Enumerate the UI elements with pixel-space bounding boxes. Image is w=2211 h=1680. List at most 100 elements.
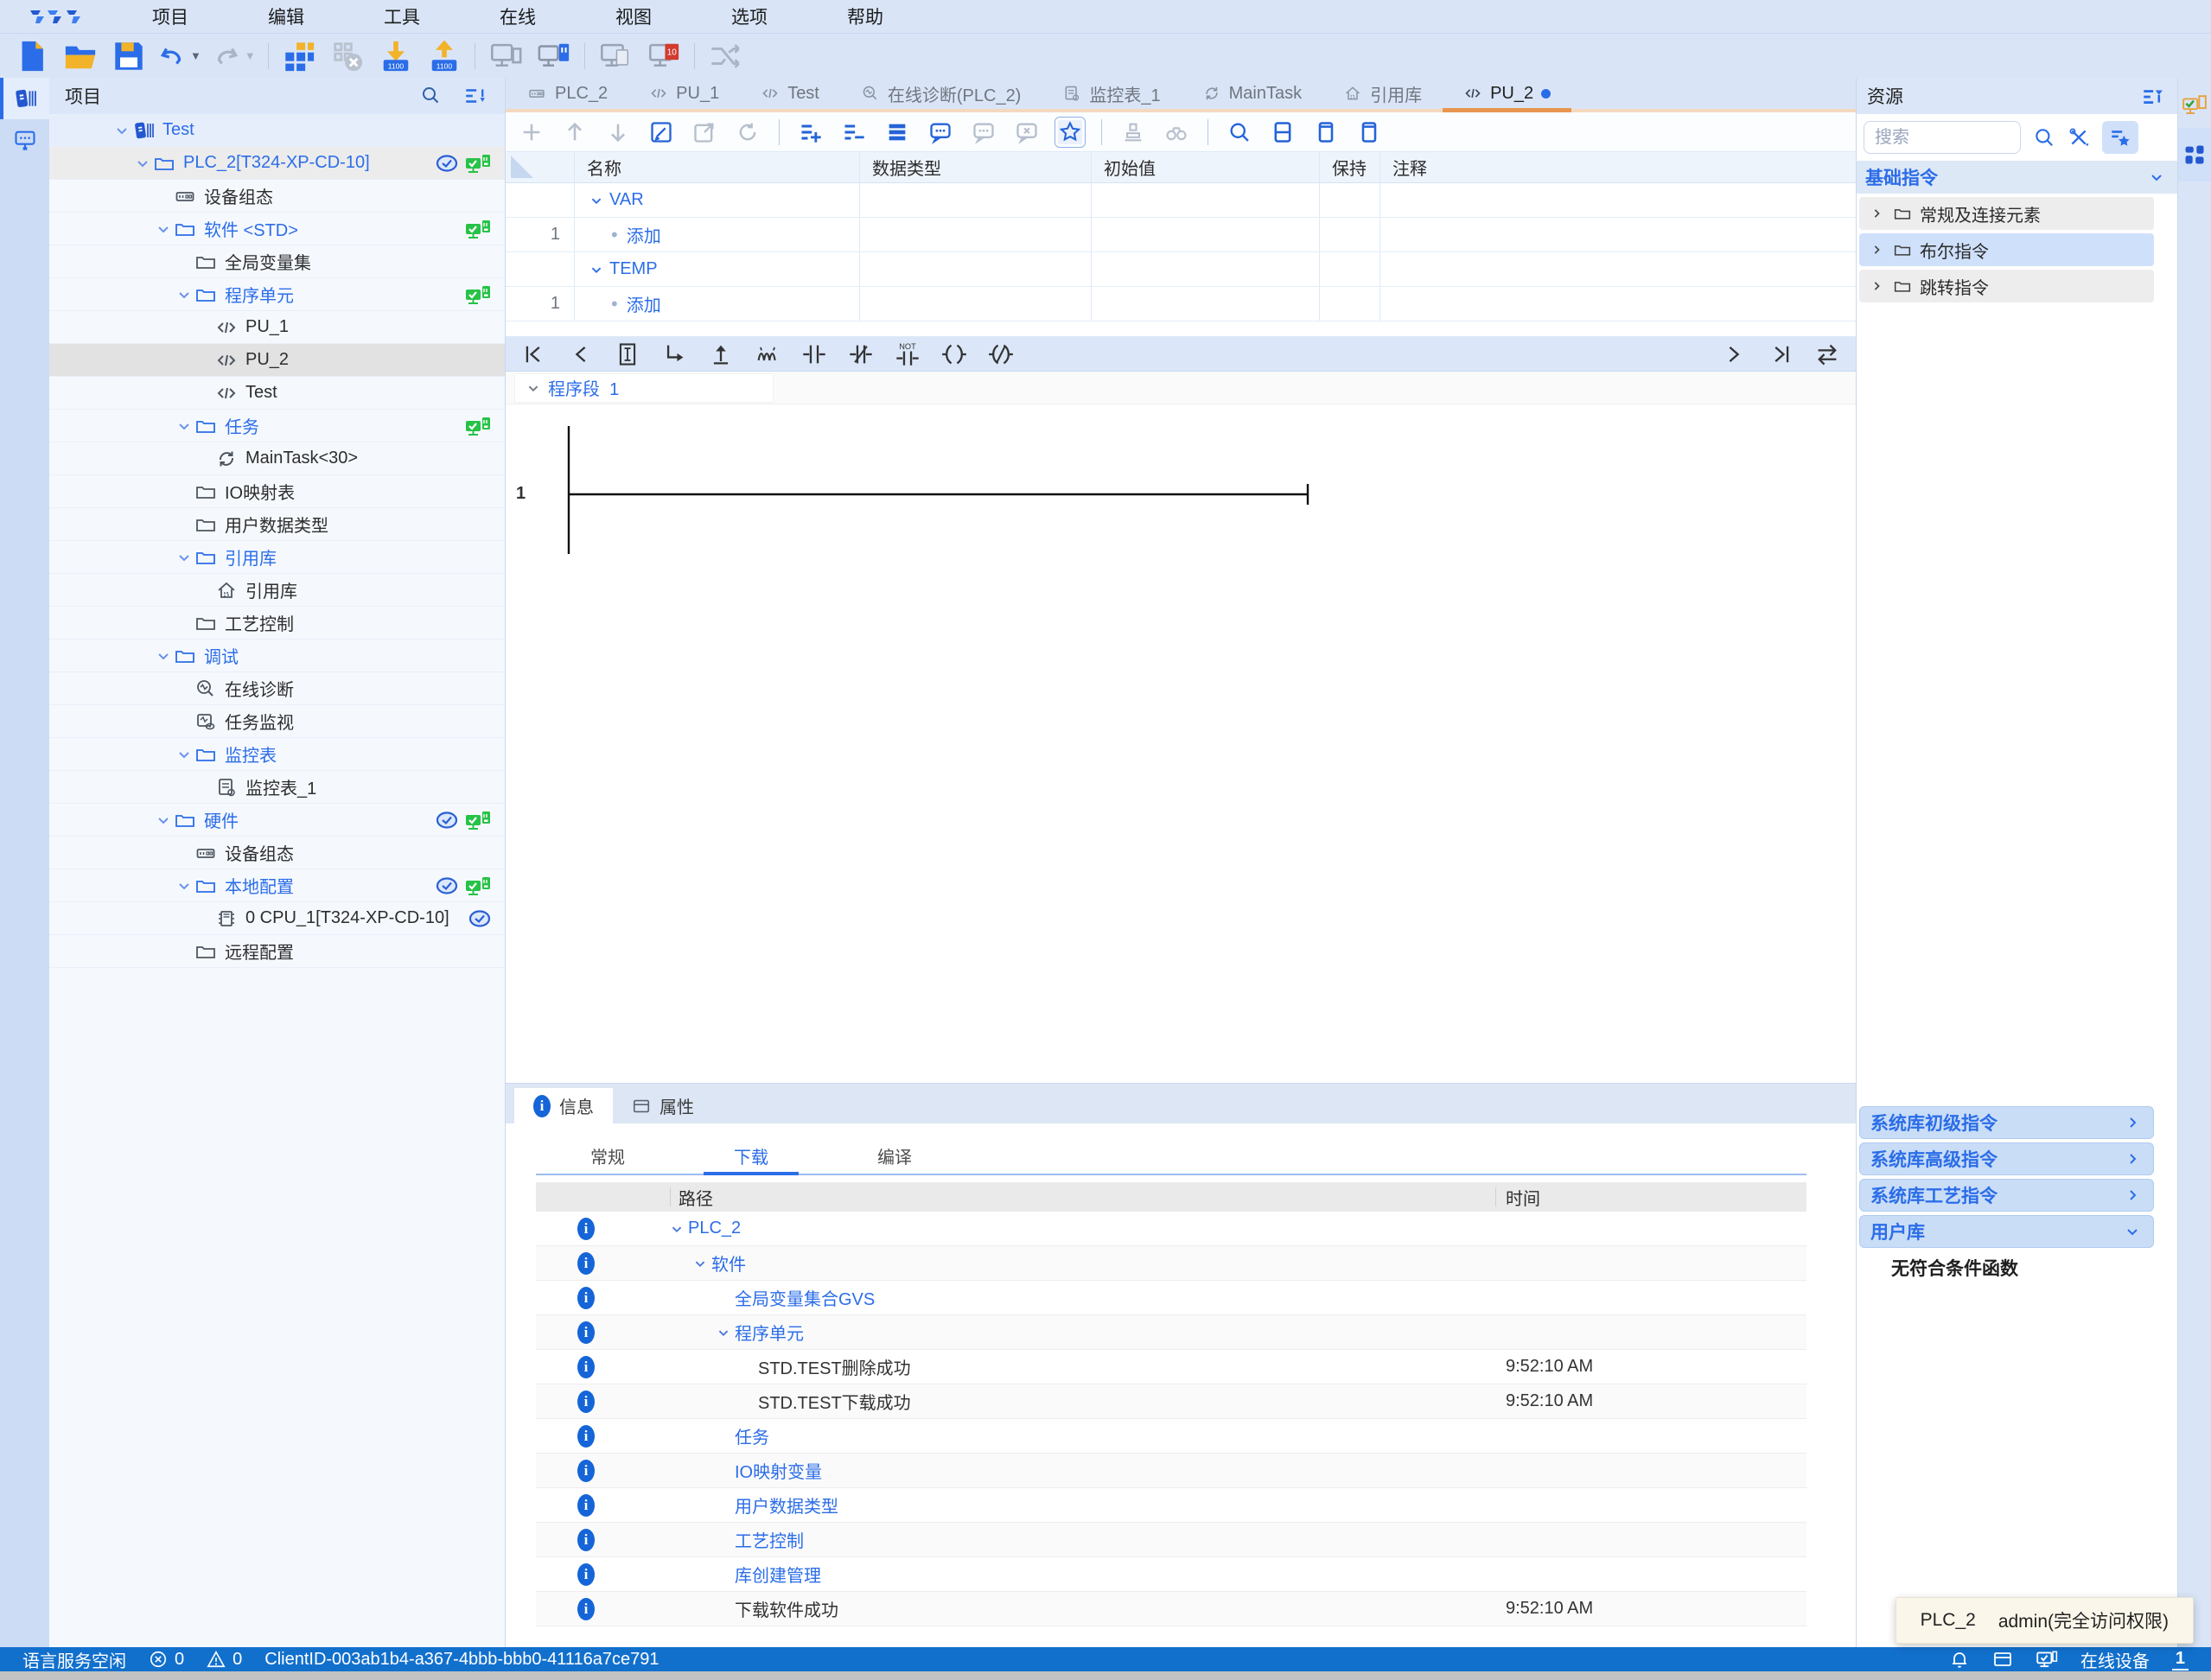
tree-item-online-diagnosis[interactable]: 在线诊断	[49, 672, 505, 705]
download-to-device-icon[interactable]: 1100	[378, 39, 414, 73]
add-variable-link[interactable]: 添加	[627, 291, 661, 316]
tree-item-io-map[interactable]: IO映射表	[49, 475, 505, 508]
instruction-group-jump[interactable]: 跳转指令	[1859, 270, 2154, 302]
tree-item-reference-lib[interactable]: 引用库	[49, 574, 505, 607]
menu-edit[interactable]: 编辑	[228, 3, 344, 29]
comment-edit-icon[interactable]	[972, 120, 996, 144]
comment-icon[interactable]	[928, 120, 953, 144]
tree-item-cpu1[interactable]: 0 CPU_1[T324-XP-CD-10]	[49, 902, 505, 935]
log-row[interactable]: i STD.TEST删除成功 9:52:10 AM	[536, 1350, 1806, 1384]
column-initial-value[interactable]: 初始值	[1092, 152, 1320, 182]
chevron-down-icon[interactable]	[112, 120, 132, 141]
temp-add-row[interactable]: 1 •添加	[506, 287, 1856, 321]
chevron-down-icon[interactable]	[153, 810, 174, 830]
coil-icon[interactable]	[941, 341, 967, 367]
ladder-rung[interactable]	[506, 404, 1370, 612]
move-up-icon[interactable]	[563, 120, 587, 144]
insert-row-icon[interactable]	[799, 120, 823, 144]
log-row[interactable]: i 库创建管理	[536, 1557, 1806, 1592]
menu-project[interactable]: 项目	[112, 3, 228, 29]
online-device-label[interactable]: 在线设备	[2080, 1647, 2150, 1672]
chevron-down-icon[interactable]	[174, 416, 194, 436]
tree-item-watch-table-1[interactable]: 监控表_1	[49, 771, 505, 804]
stamp-icon[interactable]	[1121, 120, 1145, 144]
tree-item-plc2[interactable]: PLC_2[T324-XP-CD-10]	[49, 147, 505, 180]
section-system-lib-basic[interactable]: 系统库初级指令	[1859, 1106, 2154, 1139]
tab-watch-table-1[interactable]: 监控表_1	[1042, 78, 1181, 109]
menu-tools[interactable]: 工具	[344, 3, 460, 29]
undo-icon[interactable]	[159, 39, 185, 73]
subtab-download[interactable]: 下载	[679, 1137, 823, 1174]
log-row[interactable]: i 程序单元	[536, 1315, 1806, 1350]
column-comment[interactable]: 注释	[1380, 152, 1856, 182]
new-project-icon[interactable]	[14, 39, 50, 73]
instruction-group-general[interactable]: 常规及连接元素	[1859, 197, 2154, 230]
pane-right-icon[interactable]	[1357, 120, 1381, 144]
activity-device-network[interactable]	[0, 119, 49, 161]
coil-negated-icon[interactable]	[988, 341, 1014, 367]
log-path[interactable]: 工艺控制	[735, 1527, 804, 1552]
split-horizontal-icon[interactable]	[1271, 120, 1295, 144]
tree-item-device-config-hw[interactable]: 设备组态	[49, 837, 505, 869]
var-group-row[interactable]: VAR	[506, 183, 1856, 218]
tab-test[interactable]: Test	[740, 78, 840, 109]
go-last-icon[interactable]	[1768, 341, 1794, 367]
log-row[interactable]: i PLC_2	[536, 1212, 1806, 1246]
add-variable-link[interactable]: 添加	[627, 222, 661, 247]
chevron-down-icon[interactable]	[174, 547, 194, 568]
add-variable-icon[interactable]	[519, 120, 544, 144]
simulation-icon[interactable]	[597, 39, 634, 73]
monitor-online-icon[interactable]	[536, 39, 572, 73]
tools-icon[interactable]	[2068, 126, 2090, 149]
tab-properties[interactable]: 属性	[613, 1088, 713, 1123]
log-path[interactable]: 库创建管理	[735, 1562, 821, 1587]
coil-w-icon[interactable]	[755, 341, 781, 367]
online-device-button[interactable]	[2178, 85, 2211, 128]
tree-item-test-pou[interactable]: Test	[49, 377, 505, 410]
menu-online[interactable]: 在线	[460, 3, 576, 29]
chevron-down-icon[interactable]	[153, 646, 174, 666]
section-system-lib-technology[interactable]: 系统库工艺指令	[1859, 1179, 2154, 1212]
empty-element-icon[interactable]	[615, 341, 640, 367]
chevron-down-icon[interactable]	[524, 379, 543, 398]
tab-info[interactable]: i 信息	[514, 1088, 613, 1123]
subtab-general[interactable]: 常规	[536, 1137, 679, 1174]
tree-item-hardware[interactable]: 硬件	[49, 804, 505, 837]
bell-icon[interactable]	[1949, 1649, 1970, 1670]
tree-item-pu2[interactable]: PU_2	[49, 344, 505, 377]
comment-remove-icon[interactable]	[1015, 120, 1039, 144]
log-path[interactable]: PLC_2	[688, 1219, 741, 1238]
log-row[interactable]: i 软件	[536, 1246, 1806, 1281]
search-input[interactable]	[1864, 121, 2021, 154]
compile-icon[interactable]	[281, 39, 317, 73]
online-device-count[interactable]: 1	[2172, 1649, 2189, 1670]
rebuild-all-icon[interactable]	[329, 39, 366, 73]
redo-icon[interactable]	[213, 39, 239, 73]
find-usages-icon[interactable]	[1164, 120, 1188, 144]
ladder-editor[interactable]: 程序段 1 1	[506, 372, 1856, 1083]
chevron-down-icon[interactable]	[153, 219, 174, 239]
pane-left-icon[interactable]	[1314, 120, 1338, 144]
tree-item-debug[interactable]: 调试	[49, 640, 505, 672]
tree-item-tasks[interactable]: 任务	[49, 410, 505, 442]
refresh-icon[interactable]	[736, 120, 760, 144]
column-name[interactable]: 名称	[575, 152, 860, 182]
var-add-row[interactable]: 1 •添加	[506, 218, 1856, 252]
cross-reference-icon[interactable]	[707, 39, 743, 73]
insert-network-icon[interactable]	[708, 341, 734, 367]
zoom-icon[interactable]	[1227, 120, 1252, 144]
tab-pu2[interactable]: PU_2	[1443, 78, 1571, 109]
window-icon[interactable]	[1992, 1649, 2013, 1670]
chevron-down-icon[interactable]	[174, 744, 194, 765]
search-icon[interactable]	[2033, 126, 2055, 149]
tree-item-task-monitor[interactable]: 任务监视	[49, 705, 505, 738]
activity-project-explorer[interactable]	[0, 78, 49, 119]
log-row[interactable]: i IO映射变量	[536, 1454, 1806, 1488]
tree-item-reference-libs[interactable]: 引用库	[49, 541, 505, 574]
log-path[interactable]: 全局变量集合GVS	[735, 1285, 875, 1310]
tree-item-device-config[interactable]: 设备组态	[49, 180, 505, 213]
open-project-icon[interactable]	[62, 39, 99, 73]
select-all-cell[interactable]	[506, 152, 575, 182]
chevron-right-icon[interactable]	[1868, 205, 1885, 222]
save-icon[interactable]	[111, 39, 147, 73]
